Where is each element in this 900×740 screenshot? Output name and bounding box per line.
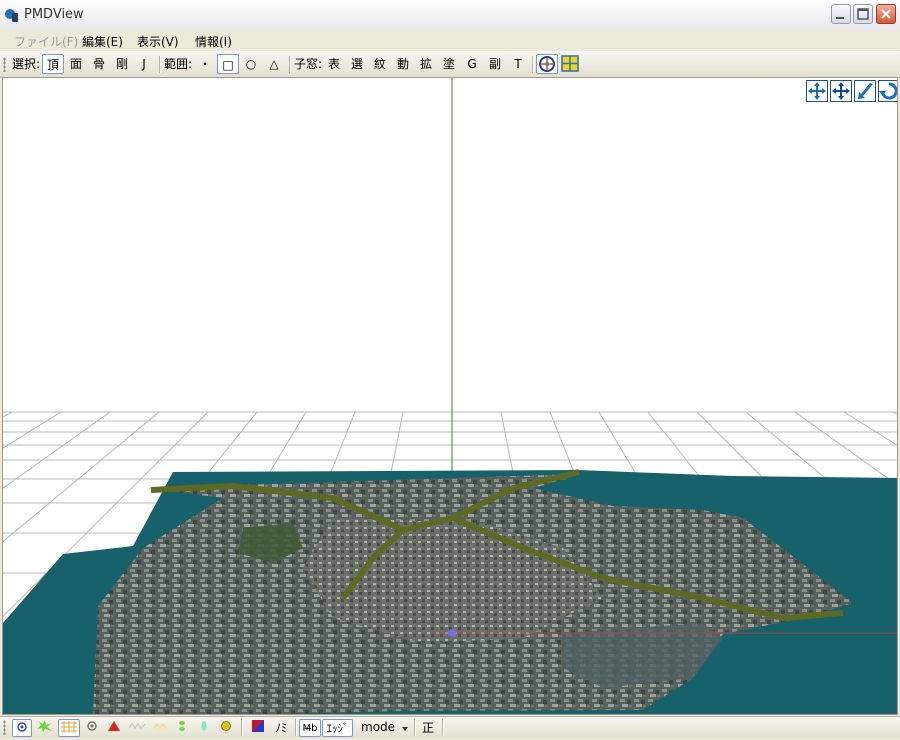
color-swatch-button[interactable] bbox=[248, 719, 268, 737]
menu-view[interactable]: 表示(V) bbox=[137, 33, 179, 50]
move-xz-icon bbox=[832, 82, 850, 100]
child-table-button[interactable]: 表 bbox=[323, 54, 345, 74]
cyan-bone-button[interactable] bbox=[194, 719, 214, 737]
bone-display-button[interactable] bbox=[34, 719, 56, 737]
nomi-button[interactable]: ﾉﾐ bbox=[270, 719, 292, 737]
toolbar-separator bbox=[532, 56, 534, 73]
menu-edit[interactable]: 編集(E) bbox=[82, 33, 123, 50]
move-xy-button[interactable] bbox=[806, 80, 828, 102]
center-target-button[interactable] bbox=[536, 54, 558, 74]
statusbar-separator bbox=[295, 719, 297, 736]
mode-label: mode bbox=[361, 720, 396, 734]
select-face-button[interactable]: 面 bbox=[65, 54, 87, 74]
bone-display-icon bbox=[37, 720, 52, 732]
rotate-button[interactable] bbox=[878, 80, 897, 102]
range-triangle-button[interactable]: △ bbox=[263, 54, 285, 74]
select-vertex-button[interactable]: 頂 bbox=[42, 54, 64, 74]
minimize-icon bbox=[836, 17, 844, 19]
maximize-button[interactable] bbox=[853, 4, 873, 24]
status-toolbar: ﾉﾐ M̶b ｴｯｼﾞ mode 正 bbox=[0, 716, 900, 738]
quad-view-button[interactable] bbox=[560, 54, 580, 74]
green-bone-icon bbox=[179, 721, 185, 731]
toolbar-separator bbox=[159, 56, 161, 73]
vertex-display-button[interactable] bbox=[12, 719, 32, 737]
select-label: 選択: bbox=[11, 57, 41, 71]
close-icon bbox=[881, 9, 891, 19]
face-display-button[interactable] bbox=[104, 719, 124, 737]
point-display-button[interactable] bbox=[82, 719, 102, 737]
statusbar-separator bbox=[414, 719, 416, 736]
menu-bar: ファイル(F) 編集(E) 表示(V) 情報(I) bbox=[0, 30, 900, 50]
range-rect-button[interactable]: □ bbox=[217, 54, 239, 74]
title-bar: PMDView bbox=[0, 0, 900, 31]
color-swatch-icon bbox=[252, 720, 264, 732]
range-circle-button[interactable]: ○ bbox=[240, 54, 262, 74]
mb-button[interactable]: M̶b bbox=[299, 719, 321, 737]
select-rigid-button[interactable]: 剛 bbox=[111, 54, 133, 74]
green-bone-button[interactable] bbox=[172, 719, 192, 737]
toolbar-grip[interactable] bbox=[3, 57, 6, 72]
toolbar-separator bbox=[289, 56, 291, 73]
statusbar-separator bbox=[241, 719, 243, 736]
window-title: PMDView bbox=[24, 7, 84, 22]
child-g-button[interactable]: G bbox=[461, 54, 483, 74]
mode-dropdown[interactable]: mode bbox=[361, 720, 411, 736]
chevron-down-icon bbox=[402, 727, 408, 731]
scene-canvas[interactable] bbox=[3, 78, 898, 715]
close-button[interactable] bbox=[876, 4, 896, 24]
child-paint-button[interactable]: 塗 bbox=[438, 54, 460, 74]
statusbar-separator bbox=[442, 719, 444, 736]
move-xy-icon bbox=[808, 82, 826, 100]
center-target-icon bbox=[539, 56, 555, 72]
3d-viewport[interactable] bbox=[2, 77, 898, 715]
child-t-button[interactable]: T bbox=[507, 54, 529, 74]
child-window-label: 子窓: bbox=[293, 57, 323, 71]
select-joint-button[interactable]: J bbox=[134, 54, 154, 74]
menu-file[interactable]: ファイル(F) bbox=[14, 33, 78, 50]
select-bone-button[interactable]: 骨 bbox=[88, 54, 110, 74]
cyan-bone-icon bbox=[201, 721, 207, 731]
line-display-icon bbox=[128, 722, 146, 730]
menu-info[interactable]: 情報(I) bbox=[195, 33, 232, 50]
child-morph-button[interactable]: 紋 bbox=[369, 54, 391, 74]
face-display-icon bbox=[108, 721, 120, 731]
light-display-button[interactable] bbox=[150, 719, 170, 737]
zoom-icon bbox=[858, 83, 873, 99]
grid-display-icon bbox=[61, 721, 77, 733]
yellow-ball-icon bbox=[221, 721, 231, 731]
light-display-icon bbox=[153, 722, 167, 730]
vertex-display-icon bbox=[17, 722, 27, 732]
child-select-button[interactable]: 選 bbox=[346, 54, 368, 74]
zoom-button[interactable] bbox=[854, 80, 876, 102]
child-motion-button[interactable]: 動 bbox=[392, 54, 414, 74]
rotate-icon bbox=[879, 82, 897, 100]
quad-view-icon bbox=[561, 55, 579, 72]
child-sub-button[interactable]: 副 bbox=[484, 54, 506, 74]
range-label: 範囲: bbox=[163, 57, 193, 71]
minimize-button[interactable] bbox=[831, 4, 851, 24]
yellow-ball-button[interactable] bbox=[216, 719, 236, 737]
edge-button[interactable]: ｴｯｼﾞ bbox=[322, 719, 353, 737]
line-display-button[interactable] bbox=[126, 719, 148, 737]
child-extend-button[interactable]: 拡 bbox=[415, 54, 437, 74]
point-display-icon bbox=[87, 721, 97, 731]
grid-display-button[interactable] bbox=[58, 719, 80, 737]
statusbar-grip[interactable] bbox=[3, 720, 6, 735]
move-xz-button[interactable] bbox=[830, 80, 852, 102]
sei-button[interactable]: 正 bbox=[418, 719, 438, 737]
range-point-button[interactable]: ・ bbox=[195, 54, 215, 74]
pmd-app-icon bbox=[5, 9, 18, 22]
origin-marker bbox=[448, 629, 456, 637]
main-toolbar: 選択: 頂 面 骨 剛 J 範囲: ・ □ ○ △ 子窓: 表 選 紋 動 拡 … bbox=[0, 51, 900, 78]
maximize-icon bbox=[857, 8, 869, 20]
